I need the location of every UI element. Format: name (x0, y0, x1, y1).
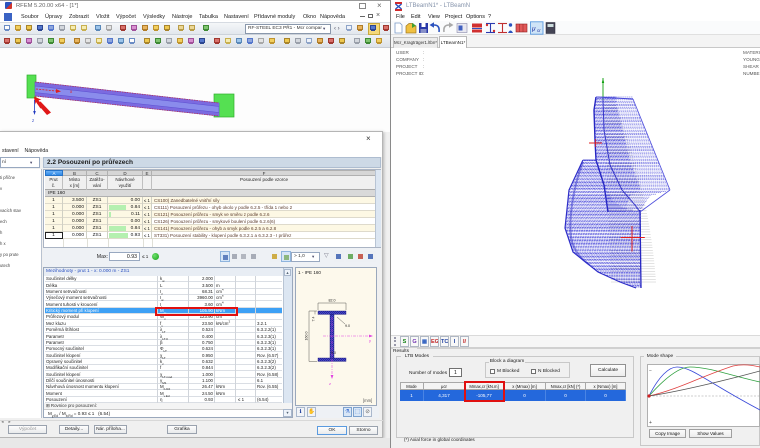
svg-text:7.4: 7.4 (312, 317, 316, 322)
svg-text:μ: μ (531, 26, 536, 33)
svg-text:82.0: 82.0 (329, 299, 336, 303)
svg-text:9.0: 9.0 (345, 324, 350, 328)
svg-text:z: z (329, 381, 331, 386)
svg-text:−: − (649, 368, 652, 374)
svg-text:z: z (32, 118, 35, 123)
svg-text:+: + (649, 420, 652, 426)
svg-text:y: y (369, 338, 371, 343)
svg-text:160.0: 160.0 (305, 332, 309, 341)
svg-text:cr: cr (537, 28, 541, 33)
